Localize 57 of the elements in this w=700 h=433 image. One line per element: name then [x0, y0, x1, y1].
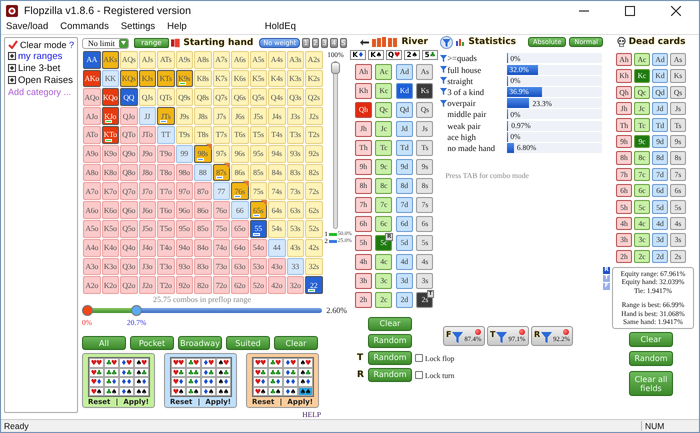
stat-label: >=quads [447, 53, 478, 64]
check-icon[interactable] [8, 40, 18, 50]
maximize-icon [625, 6, 635, 16]
stat-label: straight [447, 76, 474, 86]
num-lock-indicator: NUM [641, 421, 671, 432]
lock-checkbox[interactable] [415, 371, 423, 380]
back-arrow-icon[interactable] [360, 38, 370, 46]
tree-item[interactable]: my ranges [18, 50, 62, 62]
river-title: River [401, 37, 428, 48]
street-letter: T [357, 353, 364, 364]
menu-item[interactable]: HoldEq [264, 21, 296, 32]
street-letter: R [357, 370, 365, 380]
stat-label: weak pair [447, 120, 482, 131]
expand-icon[interactable] [8, 52, 16, 60]
menu-item[interactable]: Commands [60, 21, 109, 32]
indicator-dot-icon [563, 328, 569, 335]
add-category-link[interactable]: Add category ... [8, 86, 74, 97]
bar-chart-icon [456, 38, 466, 46]
stat-label: overpair [447, 98, 477, 108]
tree-item[interactable]: Line 3-bet [18, 62, 60, 74]
starting-hand-title: Starting hand [183, 38, 254, 48]
window-title: Flopzilla v1.8.6 - Registered version [24, 4, 192, 16]
range-slider[interactable] [82, 305, 322, 316]
filter-icon [496, 332, 508, 343]
expand-icon[interactable] [8, 76, 16, 84]
indicator-dot-icon [519, 328, 525, 335]
game-dropdown[interactable]: No limit [82, 38, 130, 49]
indicator-dot-icon [475, 328, 481, 335]
status-text: Ready [3, 421, 30, 432]
range-percent: 2.60% [326, 306, 347, 316]
slider-thumb[interactable] [331, 62, 340, 74]
menu-item[interactable]: Settings [120, 21, 156, 32]
stat-label: no made hand [447, 142, 496, 153]
filter-icon [452, 332, 464, 343]
slider-thumb[interactable] [130, 305, 142, 316]
statistics-title: Statistics [468, 37, 516, 48]
dropdown-caret-icon[interactable] [119, 38, 128, 48]
close-icon [671, 6, 681, 16]
filter-icon [541, 332, 552, 343]
lock-checkbox[interactable] [415, 354, 423, 362]
help-link[interactable]: ? [68, 40, 74, 50]
stat-label: full house [447, 64, 482, 75]
stat-label: middle pair [447, 109, 488, 120]
app-icon [6, 4, 18, 16]
stat-label: 3 of a kind [447, 86, 485, 97]
combos-text: 25.75 combos in preflop range [152, 295, 252, 304]
slider-thumb[interactable] [82, 305, 93, 316]
menu-item[interactable]: Help [167, 21, 187, 32]
stat-label: ace high [447, 132, 477, 142]
filter-icon[interactable] [440, 36, 454, 49]
clear-mode-label: Clear mode [20, 40, 67, 50]
menu-item[interactable]: Save/load [6, 21, 48, 32]
tree-item[interactable]: Open Raises [18, 74, 73, 86]
dead-cards-title: Dead cards [628, 37, 686, 48]
expand-icon[interactable] [8, 64, 16, 72]
skull-icon [616, 37, 626, 48]
weight-slider[interactable] [333, 60, 338, 229]
